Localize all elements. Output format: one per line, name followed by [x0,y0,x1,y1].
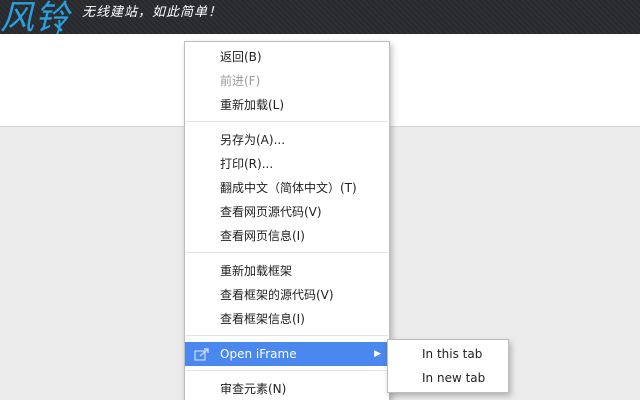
submenu-arrow-icon: ▶ [374,349,381,359]
menu-separator [186,252,388,253]
submenu-item-this-tab[interactable]: In this tab [388,342,508,366]
context-menu: 返回(B) 前进(F) 重新加载(L) 另存为(A)... 打印(R)... 翻… [184,41,390,400]
share-icon [194,348,209,361]
menu-item-view-source[interactable]: 查看网页源代码(V) [185,200,389,224]
site-header: 风铃 无线建站，如此简单！ [0,0,640,34]
logo-tail-decoration [56,20,61,34]
menu-item-print[interactable]: 打印(R)... [185,152,389,176]
menu-separator [186,335,388,336]
open-iframe-submenu: In this tab In new tab [387,339,509,393]
site-slogan: 无线建站，如此简单！ [82,5,223,20]
menu-separator [186,370,388,371]
menu-separator [186,121,388,122]
submenu-item-new-tab[interactable]: In new tab [388,366,508,390]
menu-item-back[interactable]: 返回(B) [185,45,389,69]
menu-item-reload-frame[interactable]: 重新加载框架 [185,259,389,283]
menu-item-inspect[interactable]: 审查元素(N) [185,377,389,400]
menu-item-label: Open iFrame [220,347,297,361]
menu-item-view-frame-source[interactable]: 查看框架的源代码(V) [185,283,389,307]
menu-item-open-iframe[interactable]: Open iFrame ▶ [185,342,389,366]
menu-item-reload[interactable]: 重新加载(L) [185,93,389,117]
menu-item-forward: 前进(F) [220,74,261,88]
menu-item-frame-info[interactable]: 查看框架信息(I) [185,307,389,331]
menu-item-page-info[interactable]: 查看网页信息(I) [185,224,389,248]
menu-item-translate[interactable]: 翻成中文（简体中文）(T) [185,176,389,200]
menu-item-save-as[interactable]: 另存为(A)... [185,128,389,152]
